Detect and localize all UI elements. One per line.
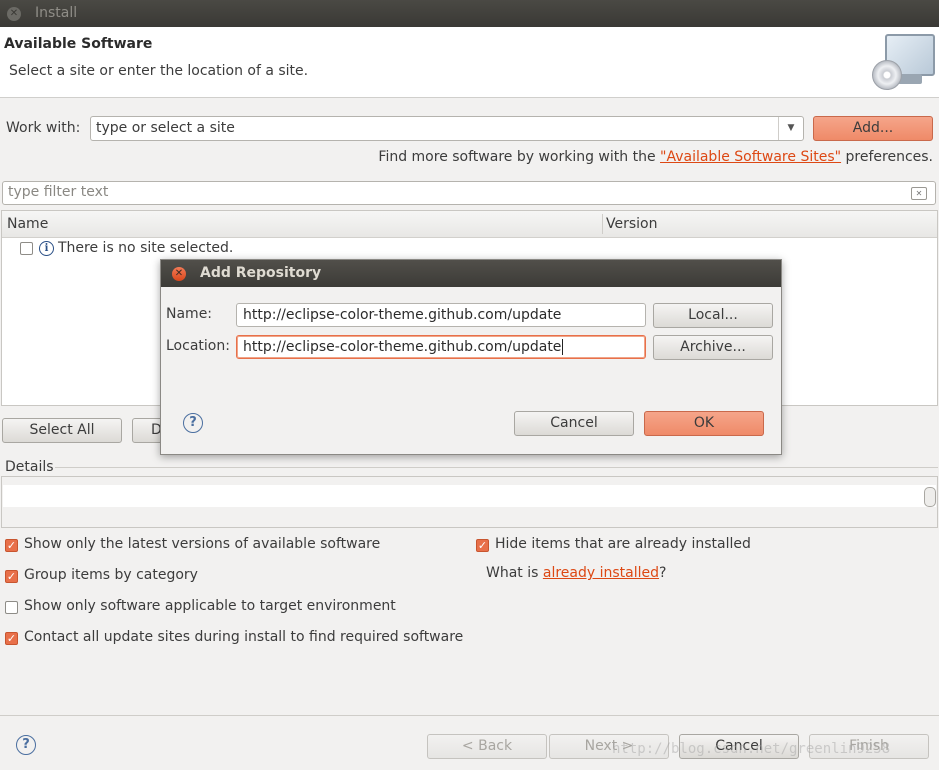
watermark-text: http://blog.csdn.net/greenlin9258: [612, 741, 891, 757]
info-icon: i: [39, 241, 54, 256]
latest-versions-checkbox[interactable]: ✓: [5, 539, 18, 552]
details-scrollbar[interactable]: [924, 487, 936, 507]
filter-input[interactable]: type filter text ✕: [2, 181, 936, 205]
dialog-title: Add Repository: [200, 265, 322, 281]
cd-icon: [872, 60, 902, 90]
dialog-close-icon[interactable]: ✕: [172, 267, 186, 281]
window-titlebar: ✕ Install: [0, 0, 939, 27]
contact-all-sites-checkbox[interactable]: ✓: [5, 632, 18, 645]
chevron-down-icon[interactable]: ▼: [778, 117, 803, 140]
filter-placeholder: type filter text: [8, 184, 109, 200]
window-title: Install: [35, 5, 78, 21]
work-with-value: type or select a site: [96, 120, 235, 136]
table-header: Name Version: [2, 211, 937, 238]
available-software-sites-link[interactable]: "Available Software Sites": [660, 149, 841, 165]
hint-suffix: preferences.: [841, 149, 934, 165]
details-panel: [1, 476, 938, 528]
text-cursor: [562, 339, 564, 355]
hint-prefix: Find more software by working with the: [378, 149, 661, 165]
what-is-suffix: ?: [659, 565, 667, 581]
work-with-label: Work with:: [6, 120, 81, 136]
local-button[interactable]: Local...: [653, 303, 773, 328]
target-environment-label: Show only software applicable to target …: [24, 598, 396, 614]
work-with-combo[interactable]: type or select a site ▼: [90, 116, 804, 141]
what-is-installed: What is already installed?: [486, 565, 666, 581]
footer-divider: [0, 715, 939, 716]
page-subtitle: Select a site or enter the location of a…: [9, 63, 309, 79]
dialog-ok-button[interactable]: OK: [644, 411, 764, 436]
name-field[interactable]: http://eclipse-color-theme.github.com/up…: [236, 303, 646, 327]
column-name[interactable]: Name: [7, 216, 48, 232]
hide-installed-label: Hide items that are already installed: [495, 536, 751, 552]
select-all-button[interactable]: Select All: [2, 418, 122, 443]
row-checkbox[interactable]: [20, 242, 33, 255]
hide-installed-checkbox[interactable]: ✓: [476, 539, 489, 552]
what-is-prefix: What is: [486, 565, 543, 581]
dialog-cancel-button[interactable]: Cancel: [514, 411, 634, 436]
details-text-area[interactable]: [3, 485, 936, 507]
contact-all-sites-label: Contact all update sites during install …: [24, 629, 464, 645]
dialog-help-icon[interactable]: ?: [183, 413, 203, 433]
page-header: Available Software Select a site or ente…: [0, 27, 939, 98]
name-label: Name:: [166, 306, 213, 322]
target-environment-checkbox[interactable]: [5, 601, 18, 614]
clear-filter-icon[interactable]: ✕: [911, 187, 927, 200]
close-icon[interactable]: ✕: [7, 7, 21, 21]
already-installed-link[interactable]: already installed: [543, 565, 659, 581]
details-label: Details: [5, 459, 54, 475]
back-button[interactable]: < Back: [427, 734, 547, 759]
group-by-category-label: Group items by category: [24, 567, 198, 583]
help-icon[interactable]: ?: [16, 735, 36, 755]
location-label: Location:: [166, 338, 230, 354]
row-name: There is no site selected.: [58, 240, 234, 256]
details-divider: [55, 467, 938, 468]
group-by-category-checkbox[interactable]: ✓: [5, 570, 18, 583]
archive-button[interactable]: Archive...: [653, 335, 773, 360]
available-sites-hint: Find more software by working with the "…: [378, 149, 933, 165]
latest-versions-label: Show only the latest versions of availab…: [24, 536, 381, 552]
dialog-titlebar: ✕ Add Repository: [161, 260, 781, 287]
add-repository-dialog: ✕ Add Repository Name: http://eclipse-co…: [160, 259, 782, 455]
table-row[interactable]: i There is no site selected.: [2, 238, 937, 260]
column-version[interactable]: Version: [606, 216, 657, 232]
add-button[interactable]: Add...: [813, 116, 933, 141]
page-title: Available Software: [4, 36, 153, 52]
location-value: http://eclipse-color-theme.github.com/up…: [243, 339, 562, 355]
column-divider[interactable]: [602, 214, 603, 234]
location-field[interactable]: http://eclipse-color-theme.github.com/up…: [236, 335, 646, 359]
